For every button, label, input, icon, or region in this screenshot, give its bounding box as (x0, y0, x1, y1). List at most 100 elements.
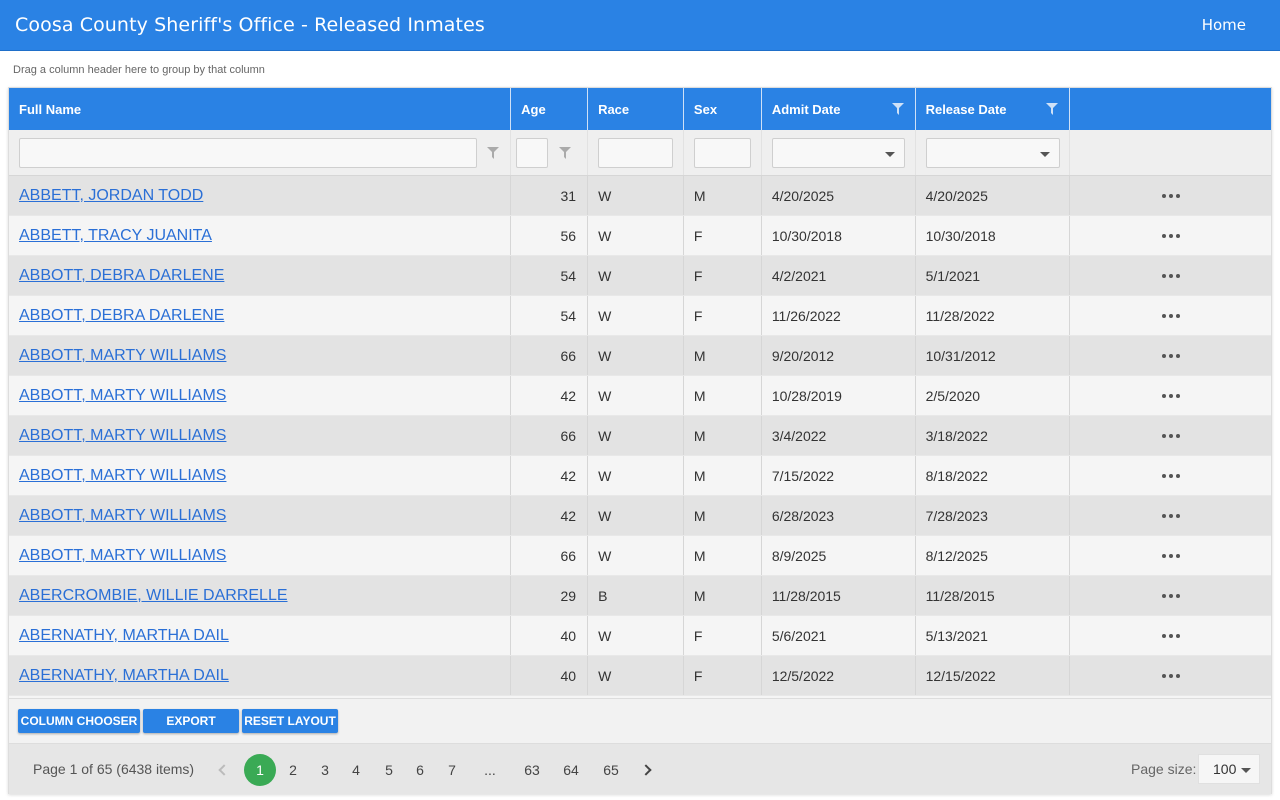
inmate-name-link[interactable]: ABBOTT, DEBRA DARLENE (19, 267, 224, 285)
more-horizontal-icon[interactable] (1070, 336, 1271, 375)
inmate-name-link[interactable]: ABERNATHY, MARTHA DAIL (19, 627, 229, 645)
age-cell: 40 (511, 656, 589, 695)
header-race[interactable]: Race (588, 88, 684, 130)
inmate-name-link[interactable]: ABBOTT, DEBRA DARLENE (19, 307, 224, 325)
page-button[interactable]: 7 (436, 754, 468, 786)
more-horizontal-icon[interactable] (1070, 176, 1271, 215)
page-size-select[interactable]: 100 (1198, 754, 1260, 784)
inmate-name-cell: ABBOTT, MARTY WILLIAMS (9, 416, 512, 455)
page-button[interactable]: 2 (277, 754, 309, 786)
more-horizontal-icon[interactable] (1070, 616, 1271, 655)
table-row[interactable]: ABBOTT, MARTY WILLIAMS 42 W M 7/15/2022 8/18/… (9, 456, 1271, 496)
filter-icon[interactable] (1046, 103, 1059, 115)
race-cell: W (588, 536, 684, 575)
more-horizontal-icon[interactable] (1070, 456, 1271, 495)
inmate-name-link[interactable]: ABBOTT, MARTY WILLIAMS (19, 347, 226, 365)
page-button[interactable]: 5 (373, 754, 405, 786)
more-horizontal-icon[interactable] (1070, 496, 1271, 535)
column-chooser-button[interactable]: COLUMN CHOOSER (18, 709, 140, 733)
more-horizontal-icon[interactable] (1070, 416, 1271, 455)
admit-date-cell: 4/20/2025 (762, 176, 916, 215)
race-cell: W (588, 656, 684, 695)
race-cell: W (598, 347, 612, 364)
table-row[interactable]: ABBOTT, MARTY WILLIAMS 42 W M 10/28/2019 2/5/… (9, 376, 1271, 416)
inmate-name-link[interactable]: ABBOTT, MARTY WILLIAMS (19, 467, 226, 485)
header-actions (1070, 88, 1271, 130)
race-cell: W (588, 256, 684, 295)
release-date-cell: 2/5/2020 (916, 376, 1071, 415)
table-row[interactable]: ABBOTT, MARTY WILLIAMS 66 W M 9/20/2012 10/31… (9, 336, 1271, 376)
page-button[interactable]: 3 (309, 754, 341, 786)
group-panel-hint[interactable]: Drag a column header here to group by th… (13, 64, 265, 76)
release-date-cell: 10/31/2012 (916, 336, 1071, 375)
table-row[interactable]: ABERNATHY, MARTHA DAIL 40 W F 12/5/2022 12/15… (9, 656, 1271, 696)
admit-date-filter-select[interactable] (771, 138, 905, 168)
table-row[interactable]: ABBOTT, MARTY WILLIAMS 66 W M 3/4/2022 3/18/2… (9, 416, 1271, 456)
header-admit-date[interactable]: Admit Date (762, 88, 916, 130)
chevron-right-icon (640, 764, 652, 776)
inmate-name-link[interactable]: ABBOTT, MARTY WILLIAMS (19, 387, 226, 405)
header-sex[interactable]: Sex (684, 88, 762, 130)
more-horizontal-icon[interactable] (1070, 576, 1271, 615)
race-cell: W (598, 547, 612, 564)
reset-layout-button[interactable]: RESET LAYOUT (242, 709, 338, 733)
table-row[interactable]: ABERCROMBIE, WILLIE DARRELLE 29 B M 11/28/20… (9, 576, 1271, 616)
more-horizontal-icon[interactable] (1070, 256, 1271, 295)
admit-date-cell: 12/5/2022 (771, 667, 835, 684)
race-filter-input[interactable] (598, 138, 674, 168)
sex-cell: M (684, 416, 762, 455)
next-page-button[interactable] (630, 754, 662, 786)
more-horizontal-icon[interactable] (1070, 216, 1271, 255)
inmate-name-cell: ABBOTT, DEBRA DARLENE (9, 256, 512, 295)
more-horizontal-icon[interactable] (1070, 296, 1271, 335)
inmate-name-link[interactable]: ABERCROMBIE, WILLIE DARRELLE (19, 587, 288, 605)
home-link[interactable]: Home (1202, 16, 1246, 34)
table-row[interactable]: ABBOTT, DEBRA DARLENE 54 W F 11/26/2022 11/28… (9, 296, 1271, 336)
header-label: Admit Date (771, 101, 841, 117)
inmate-name-link[interactable]: ABBOTT, MARTY WILLIAMS (19, 507, 226, 525)
name-filter-input[interactable] (19, 138, 477, 168)
page-button[interactable]: 65 (595, 754, 627, 786)
more-horizontal-icon[interactable] (1070, 656, 1271, 695)
header-age[interactable]: Age (511, 88, 589, 130)
table-row[interactable]: ABBOTT, MARTY WILLIAMS 42 W M 6/28/2023 7/28/… (9, 496, 1271, 536)
page-button[interactable]: 63 (516, 754, 548, 786)
admit-date-cell: 8/9/2025 (771, 547, 827, 564)
inmate-name-cell: ABBOTT, MARTY WILLIAMS (9, 336, 512, 375)
page-ellipsis: ... (484, 762, 496, 778)
sex-cell: M (693, 427, 706, 444)
more-horizontal-icon[interactable] (1070, 536, 1271, 575)
export-button[interactable]: EXPORT (143, 709, 239, 733)
page-button[interactable]: 4 (340, 754, 372, 786)
inmate-name-link[interactable]: ABBOTT, MARTY WILLIAMS (19, 427, 226, 445)
header-release-date[interactable]: Release Date (916, 88, 1071, 130)
inmate-name-cell: ABBOTT, MARTY WILLIAMS (9, 536, 512, 575)
release-date-cell: 12/15/2022 (916, 656, 1071, 695)
page-button[interactable]: 64 (555, 754, 587, 786)
table-row[interactable]: ABBOTT, MARTY WILLIAMS 66 W M 8/9/2025 8/12/2… (9, 536, 1271, 576)
table-row[interactable]: ABBETT, TRACY JUANITA 56 W F 10/30/2018 10/30… (9, 216, 1271, 256)
inmate-name-link[interactable]: ABBOTT, MARTY WILLIAMS (19, 547, 226, 565)
inmate-name-link[interactable]: ABBETT, TRACY JUANITA (19, 227, 212, 245)
table-row[interactable]: ABBOTT, DEBRA DARLENE 54 W F 4/2/2021 5/1/202… (9, 256, 1271, 296)
race-cell: W (588, 416, 684, 455)
filter-icon[interactable] (559, 147, 572, 159)
page-button[interactable]: 1 (244, 754, 276, 786)
inmate-name-link[interactable]: ABBETT, JORDAN TODD (19, 187, 203, 205)
age-filter-input[interactable] (516, 138, 549, 168)
filter-icon[interactable] (487, 147, 499, 159)
table-row[interactable]: ABERNATHY, MARTHA DAIL 40 W F 5/6/2021 5/13/2… (9, 616, 1271, 656)
sex-cell: M (684, 576, 762, 615)
prev-page-button[interactable] (208, 754, 240, 786)
header-full-name[interactable]: Full Name (9, 88, 512, 130)
release-date-cell: 3/18/2022 (916, 416, 1071, 455)
sex-filter-input[interactable] (693, 138, 751, 168)
filter-icon[interactable] (891, 103, 904, 115)
page-button[interactable]: 6 (404, 754, 436, 786)
release-date-filter-select[interactable] (925, 138, 1060, 168)
header-label: Sex (693, 101, 718, 117)
inmate-name-link[interactable]: ABERNATHY, MARTHA DAIL (19, 667, 229, 685)
table-row[interactable]: ABBETT, JORDAN TODD 31 W M 4/20/2025 4/20/202… (9, 176, 1271, 216)
race-cell: W (598, 627, 612, 644)
more-horizontal-icon[interactable] (1070, 376, 1271, 415)
